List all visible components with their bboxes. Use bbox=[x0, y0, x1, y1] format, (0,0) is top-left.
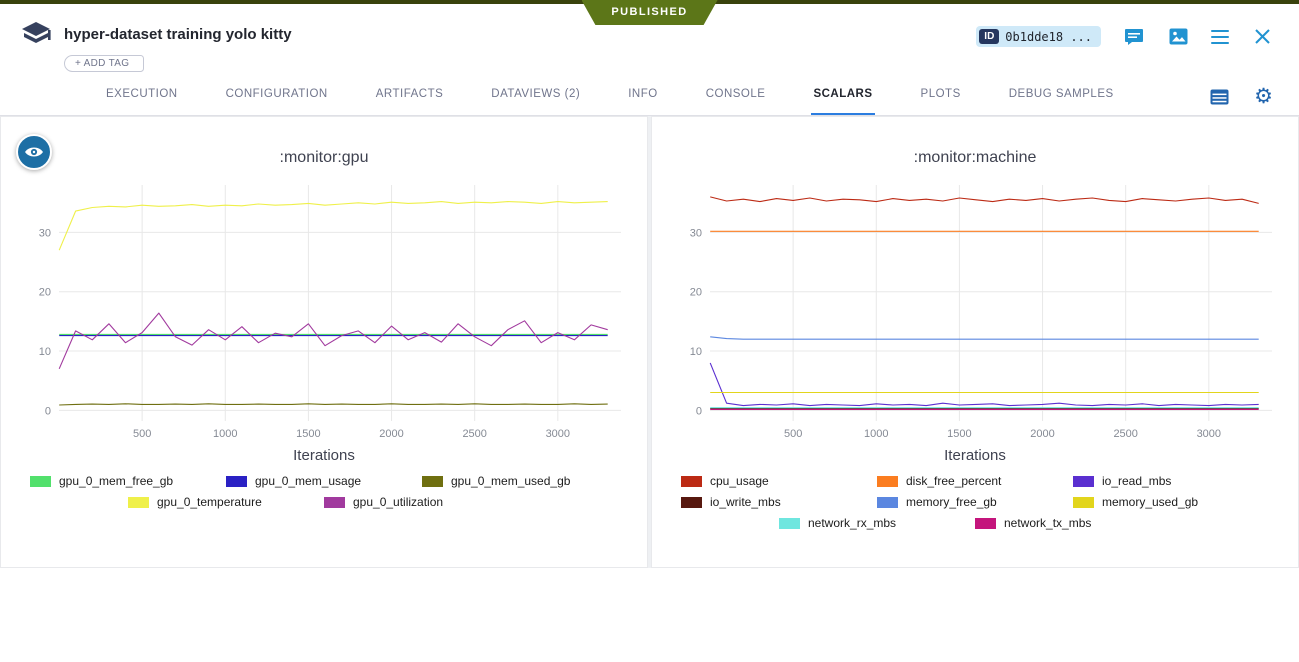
chart-legend: gpu_0_mem_free_gb gpu_0_mem_usage gpu_0_me… bbox=[21, 474, 627, 509]
legend-label: gpu_0_mem_used_gb bbox=[451, 474, 570, 488]
legend-swatch bbox=[681, 476, 702, 487]
tab-configuration[interactable]: CONFIGURATION bbox=[224, 78, 330, 115]
svg-text:3000: 3000 bbox=[546, 428, 570, 440]
tab-execution[interactable]: EXECUTION bbox=[104, 78, 180, 115]
legend-label: gpu_0_mem_free_gb bbox=[59, 474, 173, 488]
footer-area bbox=[0, 568, 1299, 662]
legend-swatch bbox=[877, 476, 898, 487]
svg-text:1000: 1000 bbox=[213, 428, 237, 440]
tab-artifacts[interactable]: ARTIFACTS bbox=[374, 78, 446, 115]
svg-text:30: 30 bbox=[690, 227, 702, 239]
legend-item-io_write_mbs[interactable]: io_write_mbs bbox=[681, 495, 877, 509]
legend-swatch bbox=[975, 518, 996, 529]
id-chip: ID bbox=[979, 29, 999, 44]
published-ribbon: PUBLISHED bbox=[581, 0, 717, 25]
legend-swatch bbox=[128, 497, 149, 508]
tab-bar: EXECUTION CONFIGURATION ARTIFACTS DATAVIEWS… bbox=[0, 72, 1299, 116]
svg-text:0: 0 bbox=[45, 405, 51, 417]
tab-bar-items: EXECUTION CONFIGURATION ARTIFACTS DATAVIEWS… bbox=[104, 78, 1116, 115]
svg-text:10: 10 bbox=[39, 346, 51, 358]
legend-item-io_read_mbs[interactable]: io_read_mbs bbox=[1073, 474, 1269, 488]
legend-item-gpu_0_mem_used_gb[interactable]: gpu_0_mem_used_gb bbox=[422, 474, 618, 488]
legend-item-gpu_0_temperature[interactable]: gpu_0_temperature bbox=[128, 495, 324, 509]
legend-label: memory_used_gb bbox=[1102, 495, 1198, 509]
image-gallery-icon[interactable] bbox=[1167, 27, 1189, 47]
svg-text:2500: 2500 bbox=[462, 428, 486, 440]
legend-swatch bbox=[877, 497, 898, 508]
legend-label: network_tx_mbs bbox=[1004, 516, 1091, 530]
legend-label: gpu_0_temperature bbox=[157, 495, 262, 509]
x-axis-label: Iterations bbox=[652, 447, 1298, 464]
svg-text:1500: 1500 bbox=[947, 428, 971, 440]
published-label: PUBLISHED bbox=[611, 6, 687, 18]
legend-swatch bbox=[779, 518, 800, 529]
comment-icon[interactable] bbox=[1123, 27, 1145, 47]
tab-info[interactable]: INFO bbox=[626, 78, 659, 115]
svg-text:1500: 1500 bbox=[296, 428, 320, 440]
svg-text:500: 500 bbox=[133, 428, 151, 440]
legend-item-memory_free_gb[interactable]: memory_free_gb bbox=[877, 495, 1073, 509]
legend-item-gpu_0_utilization[interactable]: gpu_0_utilization bbox=[324, 495, 520, 509]
legend-swatch bbox=[30, 476, 51, 487]
svg-text:0: 0 bbox=[696, 405, 702, 417]
legend-label: io_read_mbs bbox=[1102, 474, 1171, 488]
legend-swatch bbox=[226, 476, 247, 487]
legend-item-disk_free_percent[interactable]: disk_free_percent bbox=[877, 474, 1073, 488]
svg-text:30: 30 bbox=[39, 227, 51, 239]
svg-text:1000: 1000 bbox=[864, 428, 888, 440]
legend-item-network_rx_mbs[interactable]: network_rx_mbs bbox=[779, 516, 975, 530]
legend-swatch bbox=[1073, 476, 1094, 487]
gpu-line-plot[interactable]: 500 1000 1500 2000 2500 3000 0 10 20 30 bbox=[17, 177, 631, 445]
svg-text:500: 500 bbox=[784, 428, 802, 440]
legend-item-gpu_0_mem_free_gb[interactable]: gpu_0_mem_free_gb bbox=[30, 474, 226, 488]
experiment-title: hyper-dataset training yolo kitty bbox=[64, 18, 292, 43]
add-tag-button[interactable]: + ADD TAG bbox=[64, 55, 144, 72]
svg-text:2000: 2000 bbox=[1030, 428, 1054, 440]
chart-card-monitor-gpu: :monitor:gpu 500 1000 1500 2000 2500 3000 0 10 2… bbox=[0, 116, 648, 568]
legend-swatch bbox=[422, 476, 443, 487]
legend-item-memory_used_gb[interactable]: memory_used_gb bbox=[1073, 495, 1269, 509]
legend-swatch bbox=[324, 497, 345, 508]
tab-plots[interactable]: PLOTS bbox=[919, 78, 963, 115]
legend-label: io_write_mbs bbox=[710, 495, 781, 509]
id-value: 0b1dde18 ... bbox=[1005, 30, 1092, 44]
app-logo-icon bbox=[20, 20, 52, 50]
tab-scalars[interactable]: SCALARS bbox=[811, 78, 874, 115]
tab-console[interactable]: CONSOLE bbox=[704, 78, 768, 115]
svg-text:10: 10 bbox=[690, 346, 702, 358]
legend-item-network_tx_mbs[interactable]: network_tx_mbs bbox=[975, 516, 1171, 530]
legend-label: memory_free_gb bbox=[906, 495, 997, 509]
legend-label: gpu_0_utilization bbox=[353, 495, 443, 509]
svg-text:3000: 3000 bbox=[1197, 428, 1221, 440]
svg-text:2000: 2000 bbox=[379, 428, 403, 440]
close-icon[interactable] bbox=[1251, 27, 1273, 47]
experiment-id-badge[interactable]: ID 0b1dde18 ... bbox=[976, 26, 1101, 47]
legend-label: gpu_0_mem_usage bbox=[255, 474, 361, 488]
chart-title: :monitor:gpu bbox=[1, 149, 647, 167]
chart-legend: cpu_usage disk_free_percent io_read_mbs io_… bbox=[672, 474, 1278, 530]
chart-title: :monitor:machine bbox=[652, 149, 1298, 167]
legend-swatch bbox=[681, 497, 702, 508]
legend-item-cpu_usage[interactable]: cpu_usage bbox=[681, 474, 877, 488]
legend-swatch bbox=[1073, 497, 1094, 508]
menu-icon[interactable] bbox=[1211, 30, 1229, 44]
legend-label: cpu_usage bbox=[710, 474, 769, 488]
metrics-table-icon[interactable] bbox=[1208, 87, 1230, 107]
tab-debug-samples[interactable]: DEBUG SAMPLES bbox=[1007, 78, 1116, 115]
legend-item-gpu_0_mem_usage[interactable]: gpu_0_mem_usage bbox=[226, 474, 422, 488]
svg-text:2500: 2500 bbox=[1113, 428, 1137, 440]
svg-text:20: 20 bbox=[690, 287, 702, 299]
tab-dataviews-2[interactable]: DATAVIEWS (2) bbox=[489, 78, 582, 115]
scalars-panel: :monitor:gpu 500 1000 1500 2000 2500 3000 0 10 2… bbox=[0, 116, 1299, 568]
legend-label: network_rx_mbs bbox=[808, 516, 896, 530]
machine-line-plot[interactable]: 500 1000 1500 2000 2500 3000 0 10 20 30 bbox=[668, 177, 1282, 445]
chart-card-monitor-machine: :monitor:machine 500 1000 1500 2000 2500 3000… bbox=[651, 116, 1299, 568]
x-axis-label: Iterations bbox=[1, 447, 647, 464]
top-banner-strip: PUBLISHED bbox=[0, 0, 1299, 4]
hide-show-eye-button[interactable] bbox=[16, 134, 52, 170]
svg-text:20: 20 bbox=[39, 287, 51, 299]
settings-gear-icon[interactable]: ⚙ bbox=[1254, 86, 1273, 107]
legend-label: disk_free_percent bbox=[906, 474, 1001, 488]
